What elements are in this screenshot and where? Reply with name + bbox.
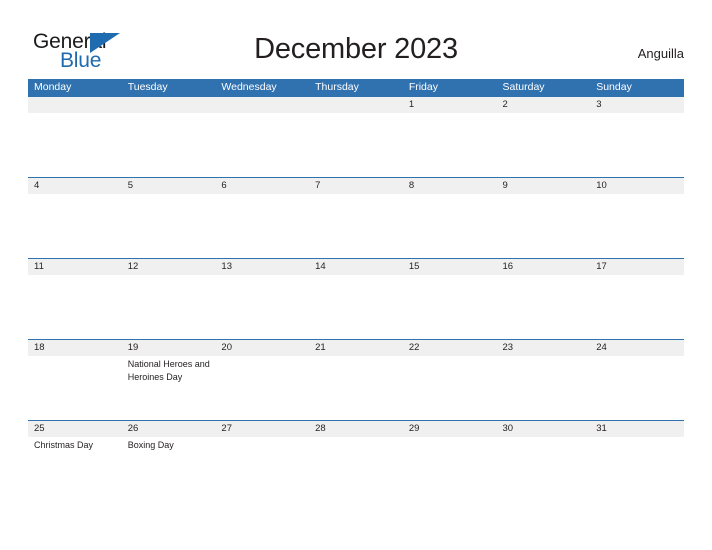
calendar-page: General Blue December 2023 Anguilla Mond… <box>0 0 712 550</box>
weekday-wednesday: Wednesday <box>221 81 277 93</box>
date-number[interactable]: 20 <box>215 340 309 356</box>
day-event <box>590 275 684 339</box>
week-date-band: 1 2 3 <box>28 97 684 113</box>
date-number[interactable]: 13 <box>215 259 309 275</box>
date-number[interactable]: 14 <box>309 259 403 275</box>
day-event <box>215 356 309 420</box>
date-number[interactable] <box>28 97 122 113</box>
date-number[interactable]: 9 <box>497 178 591 194</box>
weekday-sunday: Sunday <box>596 81 632 93</box>
week-event-band <box>28 275 684 339</box>
weekday-tuesday: Tuesday <box>127 81 168 93</box>
week-event-band: Christmas Day Boxing Day <box>28 437 684 501</box>
date-number[interactable]: 5 <box>122 178 216 194</box>
day-event <box>497 437 591 501</box>
day-event <box>403 437 497 501</box>
date-number[interactable]: 23 <box>497 340 591 356</box>
date-number[interactable]: 8 <box>403 178 497 194</box>
date-number[interactable]: 16 <box>497 259 591 275</box>
date-number[interactable]: 18 <box>28 340 122 356</box>
day-event <box>215 275 309 339</box>
day-event <box>215 437 309 501</box>
day-event: Boxing Day <box>127 440 174 450</box>
week-event-band: National Heroes and Heroines Day <box>28 356 684 420</box>
week-row: 25 26 27 28 29 30 31 Christmas Day Boxin… <box>28 420 684 501</box>
date-number[interactable]: 2 <box>497 97 591 113</box>
day-event <box>309 437 403 501</box>
weekday-header-row: Monday Tuesday Wednesday Thursday Friday… <box>28 79 684 96</box>
day-event <box>309 194 403 258</box>
weekday-monday: Monday <box>34 81 72 93</box>
date-number[interactable]: 7 <box>309 178 403 194</box>
day-event <box>122 275 216 339</box>
day-event <box>590 437 684 501</box>
week-row: 18 19 20 21 22 23 24 National Heroes and… <box>28 339 684 420</box>
page-title: December 2023 <box>254 33 458 65</box>
country-label: Anguilla <box>637 46 684 61</box>
day-event <box>122 194 216 258</box>
date-number[interactable]: 4 <box>28 178 122 194</box>
day-event: National Heroes and Heroines Day <box>127 359 210 382</box>
day-event <box>28 356 122 420</box>
date-number[interactable]: 11 <box>28 259 122 275</box>
day-event <box>590 194 684 258</box>
weekday-thursday: Thursday <box>315 81 359 93</box>
week-date-band: 4 5 6 7 8 9 10 <box>28 178 684 194</box>
date-number[interactable]: 10 <box>590 178 684 194</box>
date-number[interactable]: 26 <box>122 421 216 437</box>
day-event <box>590 113 684 177</box>
date-number[interactable]: 25 <box>28 421 122 437</box>
day-event <box>215 113 309 177</box>
date-number[interactable]: 30 <box>497 421 591 437</box>
week-date-band: 25 26 27 28 29 30 31 <box>28 421 684 437</box>
day-event <box>309 356 403 420</box>
week-row: 1 2 3 <box>28 96 684 177</box>
date-number[interactable]: 24 <box>590 340 684 356</box>
day-event <box>403 113 497 177</box>
date-number[interactable]: 12 <box>122 259 216 275</box>
day-event <box>28 194 122 258</box>
day-event <box>28 113 122 177</box>
day-event <box>403 356 497 420</box>
date-number[interactable]: 27 <box>215 421 309 437</box>
day-event <box>497 356 591 420</box>
week-row: 11 12 13 14 15 16 17 <box>28 258 684 339</box>
day-event: Christmas Day <box>34 440 94 450</box>
date-number[interactable]: 21 <box>309 340 403 356</box>
page-header: General Blue December 2023 Anguilla <box>0 0 712 80</box>
date-number[interactable]: 28 <box>309 421 403 437</box>
date-number[interactable] <box>215 97 309 113</box>
week-event-band <box>28 113 684 177</box>
date-number[interactable]: 1 <box>403 97 497 113</box>
day-event <box>497 194 591 258</box>
date-number[interactable]: 31 <box>590 421 684 437</box>
week-row: 4 5 6 7 8 9 10 <box>28 177 684 258</box>
date-number[interactable]: 19 <box>122 340 216 356</box>
date-number[interactable] <box>309 97 403 113</box>
weekday-saturday: Saturday <box>502 81 545 93</box>
day-event <box>403 194 497 258</box>
week-date-band: 11 12 13 14 15 16 17 <box>28 259 684 275</box>
date-number[interactable]: 17 <box>590 259 684 275</box>
date-number[interactable]: 3 <box>590 97 684 113</box>
day-event <box>590 356 684 420</box>
weekday-friday: Friday <box>408 81 438 93</box>
date-number[interactable]: 15 <box>403 259 497 275</box>
day-event <box>309 275 403 339</box>
calendar-grid: Monday Tuesday Wednesday Thursday Friday… <box>28 79 684 501</box>
date-number[interactable]: 29 <box>403 421 497 437</box>
day-event <box>403 275 497 339</box>
date-number[interactable]: 22 <box>403 340 497 356</box>
week-date-band: 18 19 20 21 22 23 24 <box>28 340 684 356</box>
week-event-band <box>28 194 684 258</box>
day-event <box>497 113 591 177</box>
day-event <box>309 113 403 177</box>
day-event <box>122 113 216 177</box>
day-event <box>497 275 591 339</box>
day-event <box>28 275 122 339</box>
date-number[interactable]: 6 <box>215 178 309 194</box>
day-event <box>215 194 309 258</box>
date-number[interactable] <box>122 97 216 113</box>
